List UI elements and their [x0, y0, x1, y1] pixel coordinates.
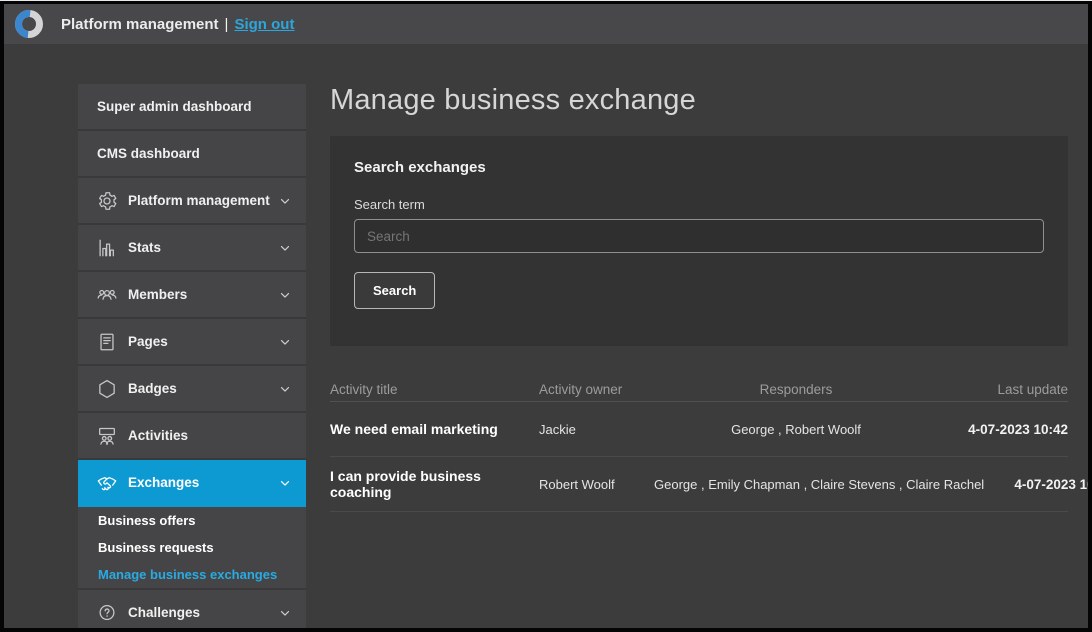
- sidebar-item-platform-management[interactable]: Platform management: [78, 178, 306, 225]
- chevron-down-icon: [278, 194, 292, 208]
- chevron-down-icon: [278, 288, 292, 302]
- cell-last-update: 4-07-2023 10:42: [938, 422, 1068, 437]
- sidebar-subitem-business-offers[interactable]: Business offers: [78, 507, 306, 534]
- column-header-last-update: Last update: [938, 382, 1068, 397]
- chevron-down-icon: [278, 335, 292, 349]
- search-panel-heading: Search exchanges: [354, 159, 1044, 176]
- sidebar-item-label: Badges: [128, 381, 177, 396]
- sidebar-item-challenges[interactable]: Challenges: [78, 590, 306, 628]
- sidebar-item-exchanges[interactable]: Exchanges: [78, 460, 306, 507]
- search-term-label: Search term: [354, 197, 1044, 212]
- sidebar-item-label: Exchanges: [128, 475, 199, 490]
- exchanges-table: Activity title Activity owner Responders…: [330, 377, 1068, 512]
- chevron-down-icon: [278, 606, 292, 620]
- sidebar-item-label: Members: [128, 287, 187, 302]
- cell-activity-owner: Robert Woolf: [539, 477, 654, 492]
- cell-activity-owner: Jackie: [539, 422, 654, 437]
- chevron-down-icon: [278, 241, 292, 255]
- hexagon-badge-icon: [95, 377, 119, 401]
- sidebar-item-label: Challenges: [128, 605, 200, 620]
- activities-presentation-icon: [95, 424, 119, 448]
- topbar-title: Platform management: [61, 16, 219, 33]
- sidebar-item-label: CMS dashboard: [95, 146, 200, 161]
- sidebar-item-label: Super admin dashboard: [95, 99, 252, 114]
- chevron-down-icon: [278, 382, 292, 396]
- cell-responders: George , Robert Woolf: [654, 422, 938, 437]
- column-header-responders: Responders: [654, 382, 938, 397]
- sidebar-item-label: Platform management: [128, 193, 270, 208]
- search-panel: Search exchanges Search term Search: [330, 136, 1068, 346]
- sidebar-item-badges[interactable]: Badges: [78, 366, 306, 413]
- sidebar: Super admin dashboard CMS dashboard Plat…: [78, 84, 306, 628]
- sidebar-subitem-label: Business requests: [98, 540, 214, 555]
- sign-out-link[interactable]: Sign out: [234, 16, 294, 33]
- column-header-activity-owner: Activity owner: [539, 382, 654, 397]
- question-circle-icon: [95, 601, 119, 625]
- search-input[interactable]: [354, 219, 1044, 253]
- main-content: Manage business exchange Search exchange…: [330, 84, 1068, 512]
- sidebar-item-cms-dashboard[interactable]: CMS dashboard: [78, 131, 306, 178]
- handshake-icon: [95, 471, 119, 495]
- table-row[interactable]: I can provide business coaching Robert W…: [330, 457, 1068, 512]
- brand-logo-icon: [14, 9, 44, 39]
- gear-icon: [95, 189, 119, 213]
- cell-last-update: 4-07-2023 10:42: [984, 477, 1088, 492]
- chevron-down-icon: [278, 476, 292, 490]
- cell-activity-title: I can provide business coaching: [330, 468, 539, 500]
- sidebar-subitem-label: Business offers: [98, 513, 196, 528]
- sidebar-subitem-business-requests[interactable]: Business requests: [78, 534, 306, 561]
- page-title: Manage business exchange: [330, 84, 1068, 117]
- document-icon: [95, 330, 119, 354]
- table-row[interactable]: We need email marketing Jackie George , …: [330, 402, 1068, 457]
- table-header-row: Activity title Activity owner Responders…: [330, 377, 1068, 402]
- sidebar-item-label: Stats: [128, 240, 161, 255]
- cell-responders: George , Emily Chapman , Claire Stevens …: [654, 477, 984, 492]
- sidebar-item-stats[interactable]: Stats: [78, 225, 306, 272]
- sidebar-item-activities[interactable]: Activities: [78, 413, 306, 460]
- sidebar-item-pages[interactable]: Pages: [78, 319, 306, 366]
- topbar-separator: |: [225, 16, 229, 33]
- cell-activity-title: We need email marketing: [330, 421, 539, 437]
- members-group-icon: [95, 283, 119, 307]
- sidebar-item-members[interactable]: Members: [78, 272, 306, 319]
- column-header-activity-title: Activity title: [330, 382, 539, 397]
- sidebar-item-label: Activities: [128, 428, 188, 443]
- sidebar-subitem-manage-business-exchanges[interactable]: Manage business exchanges: [78, 561, 306, 588]
- sidebar-item-label: Pages: [128, 334, 168, 349]
- topbar: Platform management | Sign out: [4, 4, 1088, 44]
- search-button[interactable]: Search: [354, 272, 435, 309]
- bar-chart-icon: [95, 236, 119, 260]
- app-window: Platform management | Sign out Super adm…: [4, 4, 1088, 628]
- sidebar-subitem-label: Manage business exchanges: [98, 567, 277, 582]
- sidebar-item-super-admin-dashboard[interactable]: Super admin dashboard: [78, 84, 306, 131]
- window-top-edge: [0, 0, 1092, 1]
